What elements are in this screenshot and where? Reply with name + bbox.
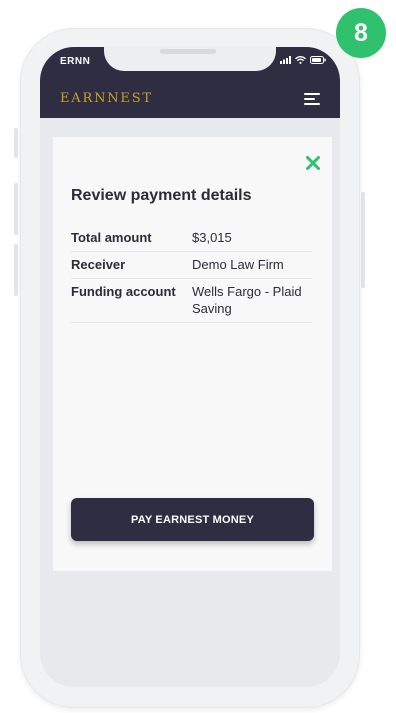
- app-header: EARNNEST: [40, 80, 340, 118]
- battery-icon: [310, 56, 326, 64]
- phone-side-button: [361, 192, 365, 288]
- page-title: Review payment details: [71, 187, 252, 204]
- app-logo: EARNNEST: [60, 91, 153, 106]
- phone-side-button: [14, 244, 18, 296]
- detail-value: $3,015: [192, 230, 232, 245]
- detail-label: Funding account: [71, 284, 176, 299]
- wifi-icon: [295, 56, 306, 64]
- step-number-badge: 8: [336, 8, 386, 58]
- phone-side-button: [14, 128, 18, 158]
- phone-speaker: [160, 49, 216, 54]
- status-icons: [280, 56, 326, 64]
- detail-row-receiver: Receiver Demo Law Firm: [71, 252, 312, 279]
- carrier-label: ERNN: [60, 56, 91, 67]
- payment-review-card: Review payment details Total amount $3,0…: [53, 137, 332, 571]
- payment-details-list: Total amount $3,015 Receiver Demo Law Fi…: [71, 225, 312, 323]
- phone-notch: [104, 47, 276, 71]
- signal-icon: [280, 56, 291, 64]
- hamburger-menu-icon[interactable]: [304, 93, 320, 106]
- phone-side-button: [14, 183, 18, 235]
- close-icon[interactable]: [305, 155, 321, 171]
- detail-row-total-amount: Total amount $3,015: [71, 225, 312, 252]
- phone-screen: ERNN EARNNEST Review payment details Tot…: [40, 47, 340, 687]
- detail-row-funding-account: Funding account Wells Fargo - Plaid Savi…: [71, 279, 312, 323]
- detail-value: Wells Fargo - Plaid Saving: [192, 284, 302, 316]
- detail-label: Total amount: [71, 230, 152, 245]
- detail-value: Demo Law Firm: [192, 257, 284, 272]
- screenshot-stage: ERNN EARNNEST Review payment details Tot…: [0, 0, 396, 713]
- pay-earnest-money-button[interactable]: PAY EARNEST MONEY: [71, 498, 314, 541]
- detail-label: Receiver: [71, 257, 126, 272]
